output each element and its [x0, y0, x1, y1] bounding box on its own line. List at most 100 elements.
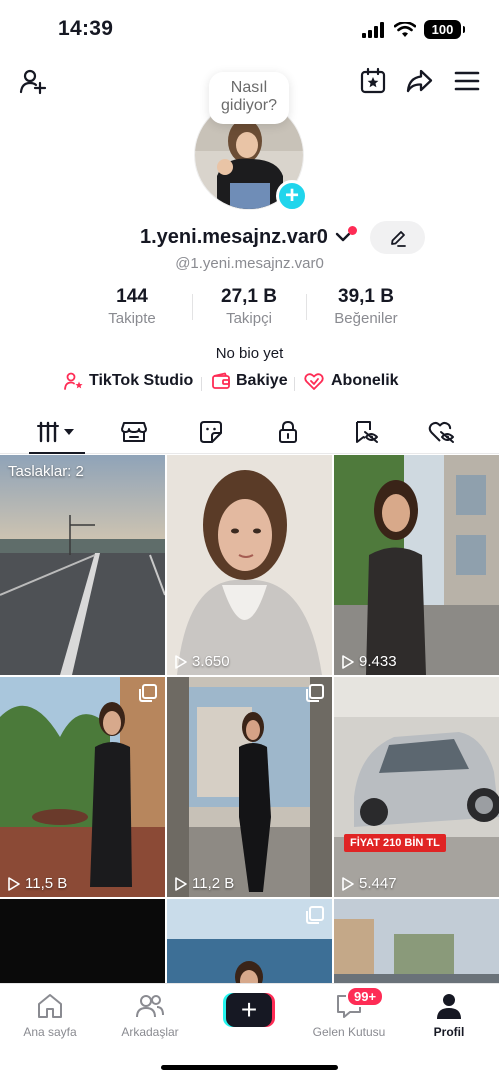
- notification-dot: [348, 226, 357, 235]
- stat-following[interactable]: 144 Takipte: [77, 286, 187, 327]
- video-thumbnail[interactable]: 11,5 B: [0, 677, 165, 897]
- divider: [306, 294, 307, 320]
- stat-value: 39,1 B: [338, 286, 394, 307]
- divider: [201, 377, 202, 391]
- wifi-icon: [394, 21, 416, 37]
- view-count-value: 9.433: [359, 653, 397, 670]
- play-icon: [175, 876, 187, 891]
- username[interactable]: 1.yeni.mesajnz.var0: [140, 226, 328, 249]
- video-thumbnail[interactable]: 9.433: [334, 455, 499, 675]
- video-thumbnail[interactable]: [334, 899, 499, 983]
- status-time: 14:39: [58, 17, 114, 40]
- profile-icon: [437, 994, 461, 1019]
- video-thumbnail[interactable]: [0, 899, 165, 983]
- view-count-value: 11,5 B: [25, 875, 68, 892]
- view-count: 5.447: [341, 875, 397, 892]
- tab-shop[interactable]: [104, 410, 164, 454]
- play-icon: [8, 876, 20, 891]
- menu-icon[interactable]: [452, 66, 482, 96]
- view-count: 11,5 B: [7, 875, 67, 892]
- inbox-badge: 99+: [346, 986, 385, 1007]
- nav-label: Profil: [433, 1025, 465, 1039]
- nav-label: Gelen Kutusu: [312, 1025, 386, 1039]
- link-label: TikTok Studio: [89, 372, 194, 389]
- stat-label: Takipçi: [226, 310, 272, 327]
- profile-links: TikTok Studio Bakiye Abonelik: [0, 372, 499, 396]
- price-overlay: FİYAT 210 BİN TL: [344, 834, 446, 852]
- status-icons: 100: [362, 20, 465, 39]
- status-bubble[interactable]: Nasıl gidiyor?: [209, 72, 289, 124]
- drafts-tile[interactable]: Taslaklar: 2: [0, 455, 165, 675]
- pencil-icon: [390, 230, 406, 247]
- nav-friends[interactable]: Arkadaşlar: [100, 990, 200, 1039]
- create-button[interactable]: +: [223, 993, 275, 1027]
- multi-photo-icon: [306, 906, 324, 924]
- battery-indicator: 100: [424, 20, 465, 39]
- link-label: Abonelik: [331, 372, 399, 389]
- heart-eye-icon: [428, 422, 454, 443]
- nav-home[interactable]: Ana sayfa: [0, 990, 100, 1039]
- play-icon: [342, 654, 354, 669]
- video-thumbnail[interactable]: 11,2 B: [167, 677, 332, 897]
- heart-badge-icon: [304, 373, 324, 390]
- home-indicator: [161, 1065, 338, 1070]
- bio-text[interactable]: No bio yet: [0, 345, 499, 362]
- calendar-star-icon[interactable]: [358, 66, 388, 96]
- tab-videos[interactable]: [27, 410, 87, 454]
- stat-followers[interactable]: 27,1 B Takipçi: [194, 286, 304, 327]
- user-handle: @1.yeni.mesajnz.var0: [175, 255, 324, 272]
- friends-icon: [136, 995, 164, 1018]
- stat-likes[interactable]: 39,1 B Beğeniler: [311, 286, 421, 327]
- signal-icon: [362, 21, 384, 38]
- tab-stickers[interactable]: [181, 410, 241, 454]
- multi-photo-icon: [306, 684, 324, 702]
- active-tab-indicator: [29, 452, 85, 454]
- view-count-value: 5.447: [359, 875, 397, 892]
- nav-label: Ana sayfa: [23, 1025, 77, 1039]
- share-icon[interactable]: [404, 66, 434, 96]
- username-row: 1.yeni.mesajnz.var0: [0, 221, 499, 254]
- multi-photo-icon: [139, 684, 157, 702]
- drafts-label: Taslaklar: 2: [8, 463, 84, 480]
- nav-label: Arkadaşlar: [121, 1025, 179, 1039]
- view-count-value: 3.650: [192, 653, 230, 670]
- content-tabs: [0, 410, 499, 454]
- person-star-icon: [64, 372, 83, 390]
- play-icon: [175, 654, 187, 669]
- view-count: 11,2 B: [174, 875, 234, 892]
- bookmark-eye-icon: [356, 421, 378, 443]
- wallet-icon: [212, 372, 230, 389]
- sticker-icon: [200, 421, 222, 443]
- tab-liked[interactable]: [412, 410, 472, 454]
- nav-profile[interactable]: Profil: [399, 990, 499, 1039]
- stat-label: Takipte: [108, 310, 156, 327]
- video-grid: Taslaklar: 2 3.650 9.433 11,5 B 11,2 B F…: [0, 455, 499, 983]
- stat-value: 27,1 B: [221, 286, 277, 307]
- lock-icon: [279, 421, 297, 443]
- stat-value: 144: [116, 286, 148, 307]
- view-count: 3.650: [174, 653, 230, 670]
- home-icon: [38, 994, 62, 1018]
- add-story-button[interactable]: +: [276, 180, 308, 212]
- stats-row: 144 Takipte 27,1 B Takipçi 39,1 B Beğeni…: [0, 286, 499, 332]
- balance-link[interactable]: Bakiye: [211, 372, 288, 390]
- link-label: Bakiye: [236, 372, 288, 389]
- video-thumbnail[interactable]: FİYAT 210 BİN TL 5.447: [334, 677, 499, 897]
- play-icon: [342, 876, 354, 891]
- video-thumbnail[interactable]: 3.650: [167, 455, 332, 675]
- divider: [294, 377, 295, 391]
- view-count-value: 11,2 B: [192, 875, 235, 892]
- tab-reposts[interactable]: [336, 410, 396, 454]
- add-friend-icon[interactable]: [18, 66, 48, 96]
- tab-private[interactable]: [258, 410, 318, 454]
- shop-icon: [121, 422, 147, 442]
- status-bar: 14:39 100: [0, 0, 499, 60]
- tiktok-studio-link[interactable]: TikTok Studio: [64, 372, 193, 390]
- stat-label: Beğeniler: [334, 310, 398, 327]
- grid-bars-icon: [37, 421, 74, 443]
- video-thumbnail[interactable]: [167, 899, 332, 983]
- divider: [192, 294, 193, 320]
- edit-profile-button[interactable]: [370, 221, 425, 254]
- view-count: 9.433: [341, 653, 397, 670]
- subscription-link[interactable]: Abonelik: [304, 372, 399, 390]
